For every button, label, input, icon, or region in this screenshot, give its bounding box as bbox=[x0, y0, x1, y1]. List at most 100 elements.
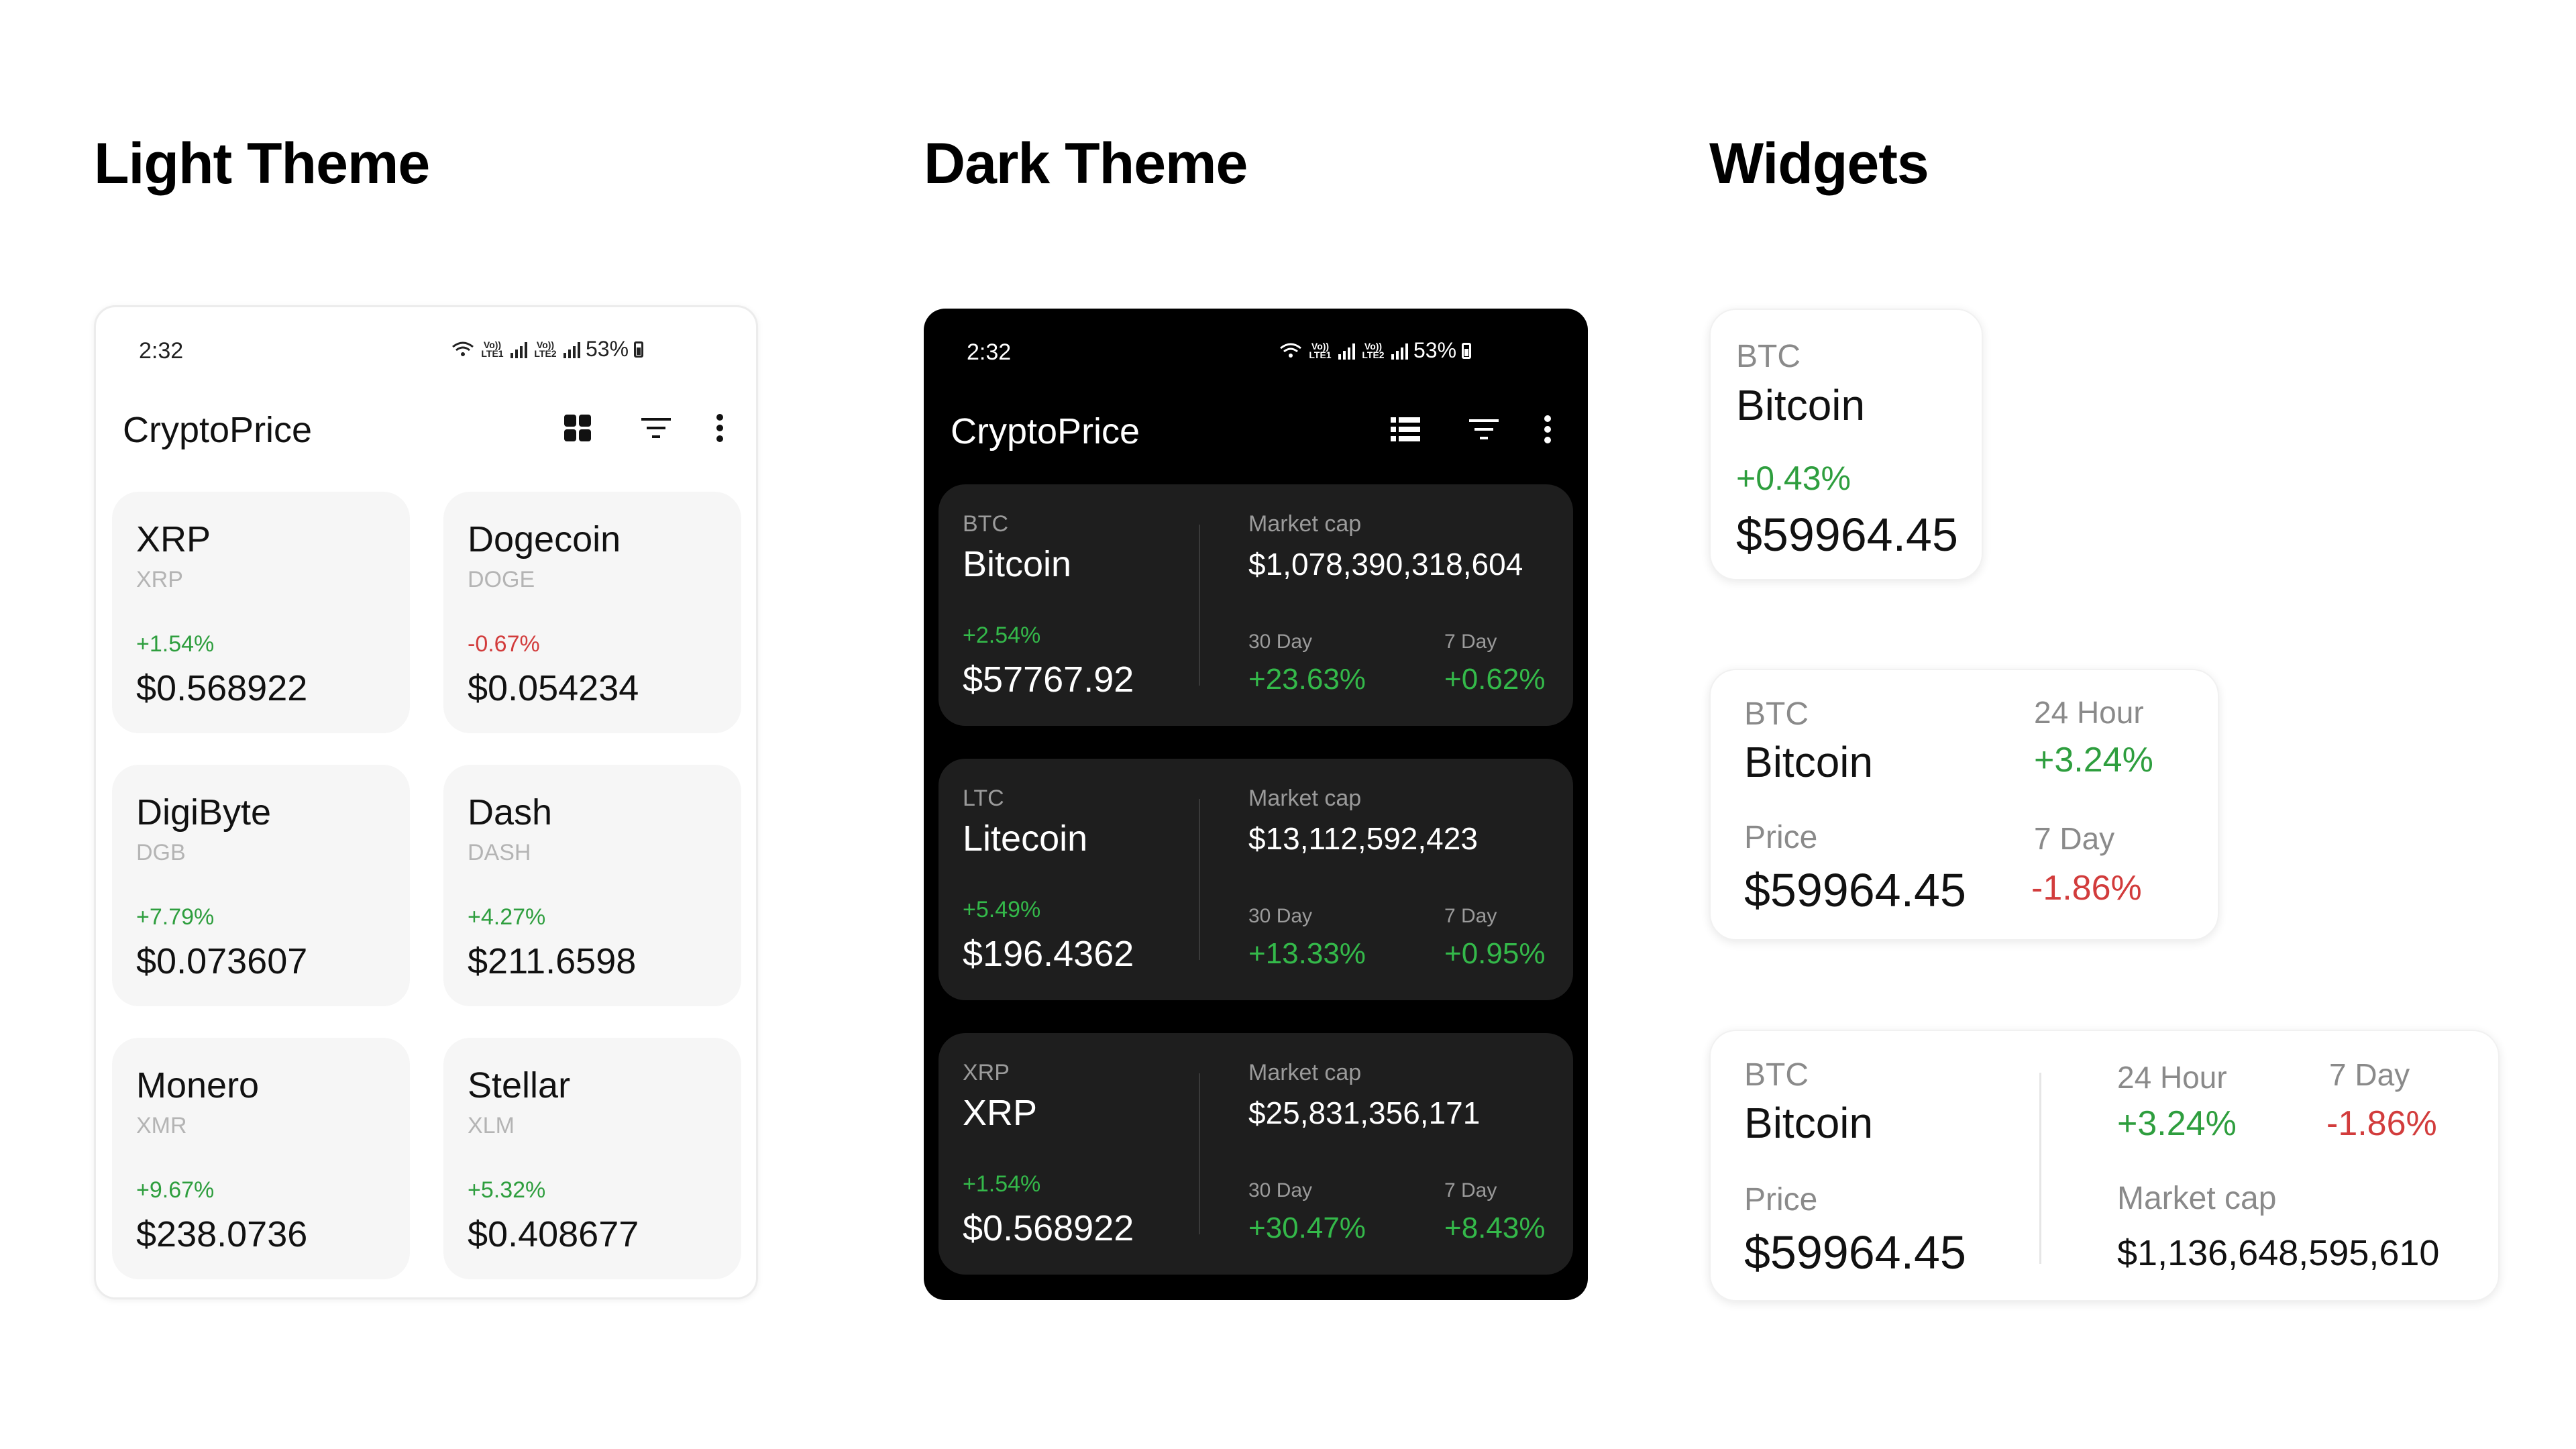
widget-symbol: BTC bbox=[1744, 696, 1809, 732]
coin-symbol: DGB bbox=[136, 840, 186, 865]
coin-price: $211.6598 bbox=[468, 941, 637, 981]
coin-row-litecoin[interactable]: LTC Litecoin +5.49% $196.4362 Market cap… bbox=[938, 759, 1573, 1000]
divider bbox=[1199, 525, 1200, 686]
widget-price: $59964.45 bbox=[1736, 508, 1958, 561]
status-icons: Vo)) LTE1 Vo)) LTE2 53% bbox=[1279, 338, 1472, 363]
widget-medium[interactable]: BTC Bitcoin Price $59964.45 24 Hour +3.2… bbox=[1709, 669, 2219, 941]
dark-theme-phone: 2:32 Vo)) LTE1 Vo)) LTE2 53% CryptoPrice… bbox=[924, 309, 1588, 1300]
battery-icon bbox=[1462, 342, 1472, 359]
coin-card-dogecoin[interactable]: Dogecoin DOGE -0.67% $0.054234 bbox=[443, 492, 741, 733]
network-2-label: Vo)) LTE2 bbox=[534, 339, 557, 359]
coin-change: +5.49% bbox=[963, 897, 1041, 922]
coin-price: $0.568922 bbox=[963, 1208, 1134, 1248]
signal-2-icon bbox=[564, 341, 580, 358]
coin-symbol: LTC bbox=[963, 786, 1004, 811]
wifi-icon bbox=[1280, 343, 1301, 358]
widget-price-label: Price bbox=[1744, 1182, 1818, 1218]
coin-symbol: DOGE bbox=[468, 567, 535, 592]
market-cap-value: $1,078,390,318,604 bbox=[1248, 547, 1523, 582]
signal-2-icon bbox=[1391, 342, 1408, 360]
filter-icon[interactable] bbox=[1464, 409, 1504, 449]
coin-price: $238.0736 bbox=[136, 1214, 308, 1254]
coin-price: $0.568922 bbox=[136, 668, 308, 708]
network-1-label: Vo)) LTE1 bbox=[481, 339, 504, 359]
app-title: CryptoPrice bbox=[951, 411, 1140, 451]
coin-name: Monero bbox=[136, 1065, 260, 1106]
filter-icon[interactable] bbox=[636, 408, 676, 448]
dark-theme-title: Dark Theme bbox=[924, 131, 1248, 196]
widget-change: +0.43% bbox=[1736, 460, 1851, 497]
widget-symbol: BTC bbox=[1736, 339, 1801, 374]
widget-name: Bitcoin bbox=[1744, 1099, 1874, 1147]
day7-label: 7 Day bbox=[1444, 1179, 1497, 1201]
coin-change: +4.27% bbox=[468, 904, 546, 930]
coin-name: XRP bbox=[136, 519, 211, 559]
coin-price: $196.4362 bbox=[963, 934, 1134, 974]
coin-change: -0.67% bbox=[468, 631, 540, 657]
day7-label: 7 Day bbox=[1444, 631, 1497, 653]
widget-small[interactable]: BTC Bitcoin +0.43% $59964.45 bbox=[1709, 309, 1983, 580]
coin-price: $0.054234 bbox=[468, 668, 639, 708]
coin-row-xrp[interactable]: XRP XRP +1.54% $0.568922 Market cap $25,… bbox=[938, 1033, 1573, 1275]
coin-price: $0.073607 bbox=[136, 941, 308, 981]
status-bar: 2:32 Vo)) LTE1 Vo)) LTE2 53% bbox=[924, 309, 1588, 376]
grid-view-icon[interactable] bbox=[557, 408, 598, 448]
more-vert-icon[interactable] bbox=[700, 408, 740, 448]
day7-value: +8.43% bbox=[1444, 1212, 1546, 1244]
market-cap-label: Market cap bbox=[1248, 1060, 1362, 1085]
widget-large[interactable]: BTC Bitcoin Price $59964.45 24 Hour +3.2… bbox=[1709, 1030, 2500, 1301]
battery-percent: 53% bbox=[1413, 338, 1457, 362]
more-vert-icon[interactable] bbox=[1527, 409, 1568, 449]
widget-price: $59964.45 bbox=[1744, 864, 1966, 916]
widget-market-cap-value: $1,136,648,595,610 bbox=[2117, 1233, 2440, 1273]
app-bar: CryptoPrice bbox=[96, 394, 756, 462]
status-bar: 2:32 Vo)) LTE1 Vo)) LTE2 53% bbox=[96, 307, 756, 374]
network-2-label: Vo)) LTE2 bbox=[1362, 340, 1385, 360]
divider bbox=[2039, 1073, 2041, 1264]
widget-7d-label: 7 Day bbox=[2329, 1057, 2410, 1092]
coin-price: $57767.92 bbox=[963, 659, 1134, 700]
widget-price: $59964.45 bbox=[1744, 1226, 1966, 1279]
widget-24h-label: 24 Hour bbox=[2117, 1060, 2227, 1095]
signal-1-icon bbox=[511, 341, 527, 358]
app-title: CryptoPrice bbox=[123, 410, 313, 450]
widget-name: Bitcoin bbox=[1736, 381, 1866, 429]
coin-name: Dogecoin bbox=[468, 519, 621, 559]
coin-name: DigiByte bbox=[136, 792, 272, 833]
signal-1-icon bbox=[1338, 342, 1355, 360]
list-view-icon[interactable] bbox=[1385, 409, 1426, 449]
day30-value: +13.33% bbox=[1248, 937, 1366, 970]
status-time: 2:32 bbox=[139, 338, 184, 364]
day7-value: +0.62% bbox=[1444, 663, 1546, 696]
coin-card-monero[interactable]: Monero XMR +9.67% $238.0736 bbox=[112, 1038, 410, 1279]
coin-symbol: BTC bbox=[963, 511, 1008, 537]
coin-card-digibyte[interactable]: DigiByte DGB +7.79% $0.073607 bbox=[112, 765, 410, 1006]
coin-change: +9.67% bbox=[136, 1177, 215, 1203]
coin-symbol: XLM bbox=[468, 1113, 515, 1138]
coin-change: +5.32% bbox=[468, 1177, 546, 1203]
coin-name: XRP bbox=[963, 1093, 1038, 1133]
widget-7d-label: 7 Day bbox=[2034, 821, 2115, 856]
market-cap-value: $13,112,592,423 bbox=[1248, 821, 1478, 856]
widget-7d-value: -1.86% bbox=[2031, 869, 2142, 908]
coin-price: $0.408677 bbox=[468, 1214, 639, 1254]
coin-symbol: XRP bbox=[963, 1060, 1010, 1085]
coin-card-stellar[interactable]: Stellar XLM +5.32% $0.408677 bbox=[443, 1038, 741, 1279]
battery-icon bbox=[634, 341, 644, 358]
widget-symbol: BTC bbox=[1744, 1057, 1809, 1093]
coin-card-xrp[interactable]: XRP XRP +1.54% $0.568922 bbox=[112, 492, 410, 733]
market-cap-label: Market cap bbox=[1248, 786, 1362, 811]
coin-name: Litecoin bbox=[963, 818, 1088, 859]
coin-card-dash[interactable]: Dash DASH +4.27% $211.6598 bbox=[443, 765, 741, 1006]
status-icons: Vo)) LTE1 Vo)) LTE2 53% bbox=[451, 337, 644, 362]
light-theme-title: Light Theme bbox=[94, 131, 430, 196]
app-bar: CryptoPrice bbox=[924, 396, 1588, 463]
widget-24h-value: +3.24% bbox=[2034, 741, 2153, 780]
network-1-label: Vo)) LTE1 bbox=[1309, 340, 1332, 360]
coin-row-bitcoin[interactable]: BTC Bitcoin +2.54% $57767.92 Market cap … bbox=[938, 484, 1573, 726]
coin-symbol: DASH bbox=[468, 840, 531, 865]
wifi-icon bbox=[452, 341, 474, 356]
coin-change: +1.54% bbox=[136, 631, 215, 657]
coin-symbol: XRP bbox=[136, 567, 183, 592]
day7-label: 7 Day bbox=[1444, 905, 1497, 927]
